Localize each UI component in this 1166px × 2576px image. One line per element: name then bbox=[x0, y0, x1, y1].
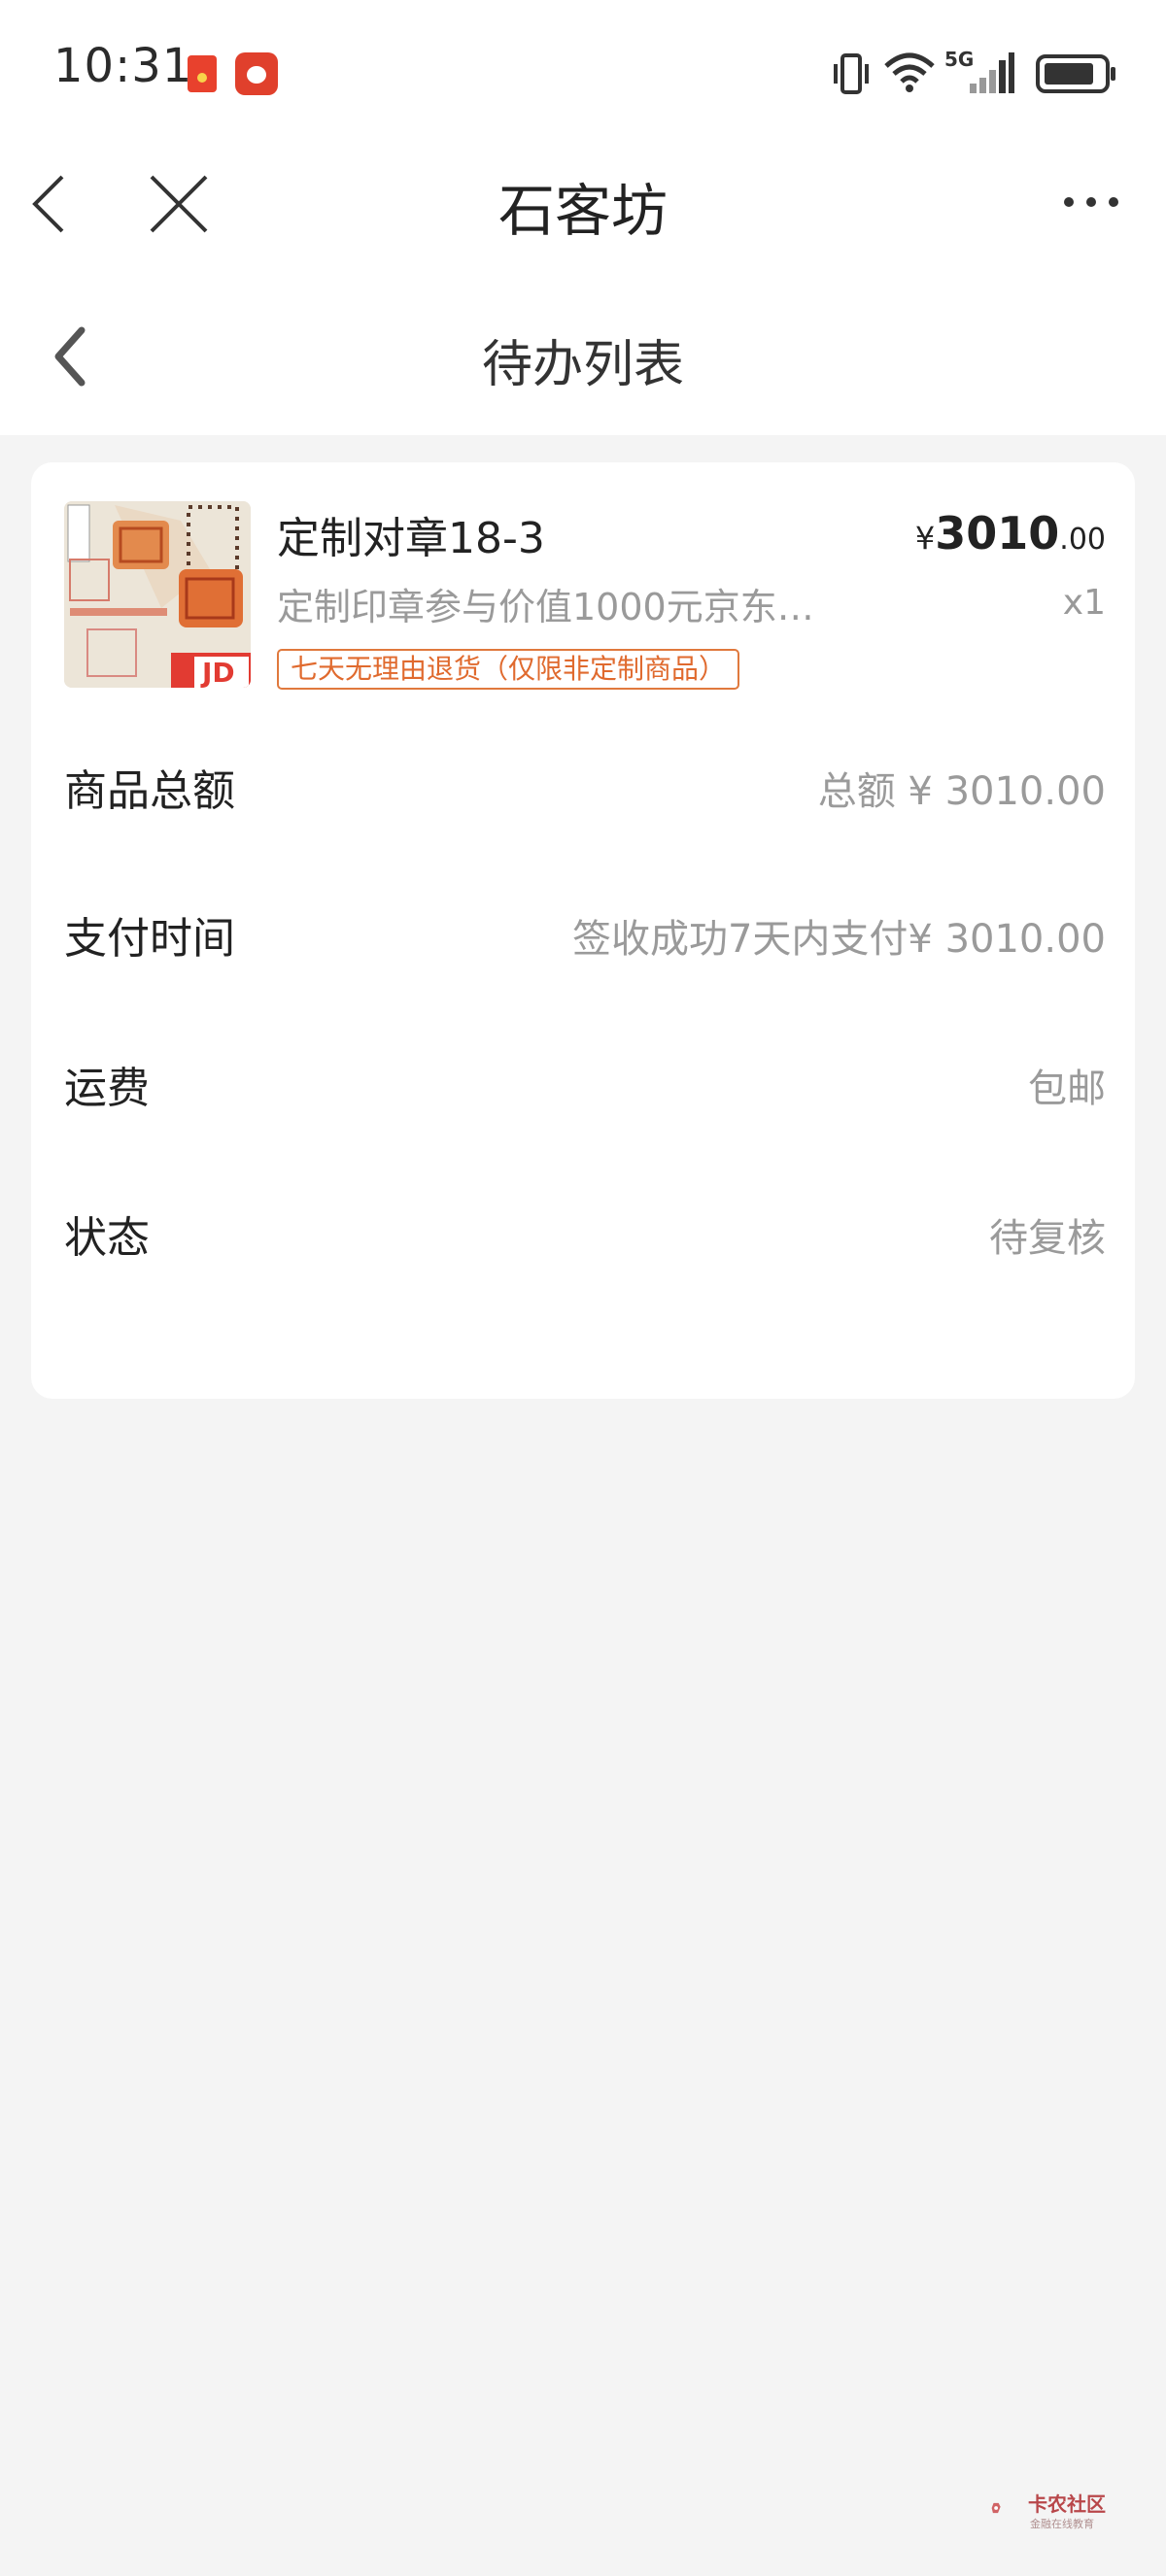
price-decimal: .00 bbox=[1059, 523, 1106, 557]
shipping-fee-value: 包邮 bbox=[1028, 1067, 1106, 1111]
shipping-fee-label: 运费 bbox=[64, 1064, 150, 1113]
cellular-signal-icon: 5G bbox=[944, 48, 1014, 93]
product-description: 定制印章参与价值1000元京东E… bbox=[277, 586, 831, 628]
payment-time-value: 签收成功7天内支付¥ 3010.00 bbox=[571, 917, 1106, 962]
watermark-logo-icon bbox=[991, 2502, 1001, 2514]
total-amount-value: 总额 ¥ 3010.00 bbox=[817, 769, 1106, 814]
page-title: 石客坊 bbox=[497, 178, 668, 244]
product-name: 定制对章18-3 bbox=[277, 514, 545, 563]
status-label: 状态 bbox=[64, 1213, 150, 1263]
vibrate-icon bbox=[834, 53, 869, 94]
network-type-label: 5G bbox=[944, 48, 974, 71]
wifi-icon bbox=[884, 52, 935, 92]
product-image-icon: JD bbox=[64, 501, 251, 688]
subheader-title: 待办列表 bbox=[481, 336, 684, 394]
battery-icon bbox=[1036, 54, 1115, 93]
app-notification-icon bbox=[235, 52, 278, 95]
status-value: 待复核 bbox=[989, 1216, 1106, 1261]
red-envelope-notification-icon bbox=[188, 55, 217, 92]
status-time: 10:31 bbox=[53, 39, 193, 93]
price-currency: ¥ bbox=[914, 520, 936, 557]
total-amount-label: 商品总额 bbox=[64, 766, 235, 816]
svg-text:JD: JD bbox=[200, 657, 235, 688]
return-policy-tag: 七天无理由退货（仅限非定制商品） bbox=[277, 649, 740, 690]
more-options-icon[interactable] bbox=[1061, 194, 1121, 210]
product-quantity: x1 bbox=[1062, 583, 1106, 623]
watermark-title: 卡农社区 bbox=[1028, 2492, 1106, 2516]
price-integer: 3010 bbox=[935, 507, 1060, 559]
product-price: ¥3010.00 bbox=[915, 507, 1106, 559]
watermark-subtitle: 金融在线教育 bbox=[1030, 2518, 1094, 2530]
product-thumbnail[interactable]: JD bbox=[64, 501, 251, 688]
status-bar: 10:31 5G bbox=[0, 0, 1166, 146]
payment-time-label: 支付时间 bbox=[64, 914, 235, 964]
